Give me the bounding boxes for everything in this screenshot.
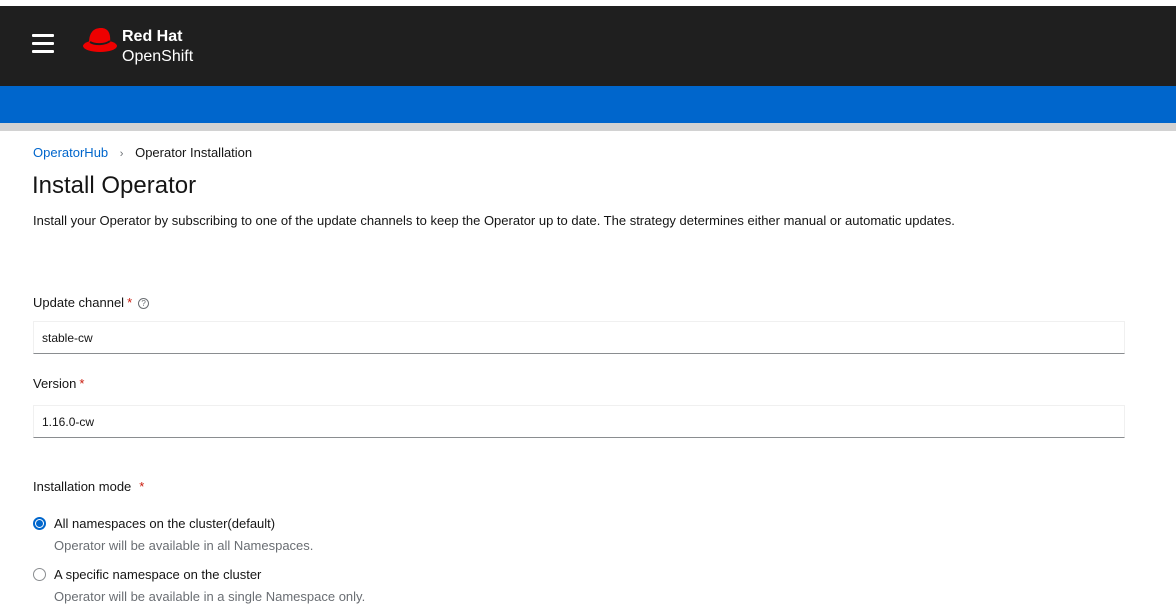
radio-all-namespaces[interactable]: All namespaces on the cluster(default): [33, 516, 275, 531]
update-channel-select[interactable]: stable-cw: [33, 321, 1125, 354]
version-label: Version *: [33, 376, 84, 391]
required-marker: *: [79, 376, 85, 391]
required-marker: *: [127, 295, 133, 310]
installation-mode-label: Installation mode *: [33, 479, 144, 494]
radio-specific-namespace[interactable]: A specific namespace on the cluster: [33, 567, 261, 582]
radio-all-namespaces-help: Operator will be available in all Namesp…: [54, 538, 314, 553]
radio-specific-namespace-label: A specific namespace on the cluster: [54, 567, 262, 582]
radio-specific-namespace-help: Operator will be available in a single N…: [54, 589, 366, 604]
update-channel-label: Update channel *?: [33, 295, 150, 310]
question-circle-icon[interactable]: ?: [138, 298, 150, 309]
blue-banner: [0, 86, 1176, 123]
installation-mode-label-text: Installation mode: [33, 479, 132, 494]
version-select[interactable]: 1.16.0-cw: [33, 405, 1125, 438]
breadcrumb-link-operatorhub[interactable]: OperatorHub: [33, 145, 108, 160]
redhat-openshift-logo[interactable]: Red Hat OpenShift: [82, 24, 222, 72]
brand-name: Red Hat: [122, 28, 183, 45]
page-description: Install your Operator by subscribing to …: [33, 213, 955, 228]
redhat-hat-icon: [83, 28, 117, 52]
product-name: OpenShift: [122, 48, 194, 65]
required-marker: *: [139, 479, 145, 494]
radio-button-checked[interactable]: [33, 517, 46, 530]
breadcrumb-current: Operator Installation: [135, 145, 253, 160]
radio-all-namespaces-label: All namespaces on the cluster(default): [54, 516, 276, 531]
masthead: Red Hat OpenShift: [0, 6, 1176, 86]
breadcrumb: OperatorHub › Operator Installation: [33, 145, 252, 160]
version-label-text: Version: [33, 376, 77, 391]
hamburger-menu-icon[interactable]: [32, 34, 54, 56]
header-divider: [0, 123, 1176, 131]
page-title: Install Operator: [32, 172, 197, 199]
radio-button-unchecked[interactable]: [33, 568, 46, 581]
breadcrumb-separator-icon: ›: [119, 148, 124, 160]
update-channel-label-text: Update channel: [33, 295, 125, 310]
